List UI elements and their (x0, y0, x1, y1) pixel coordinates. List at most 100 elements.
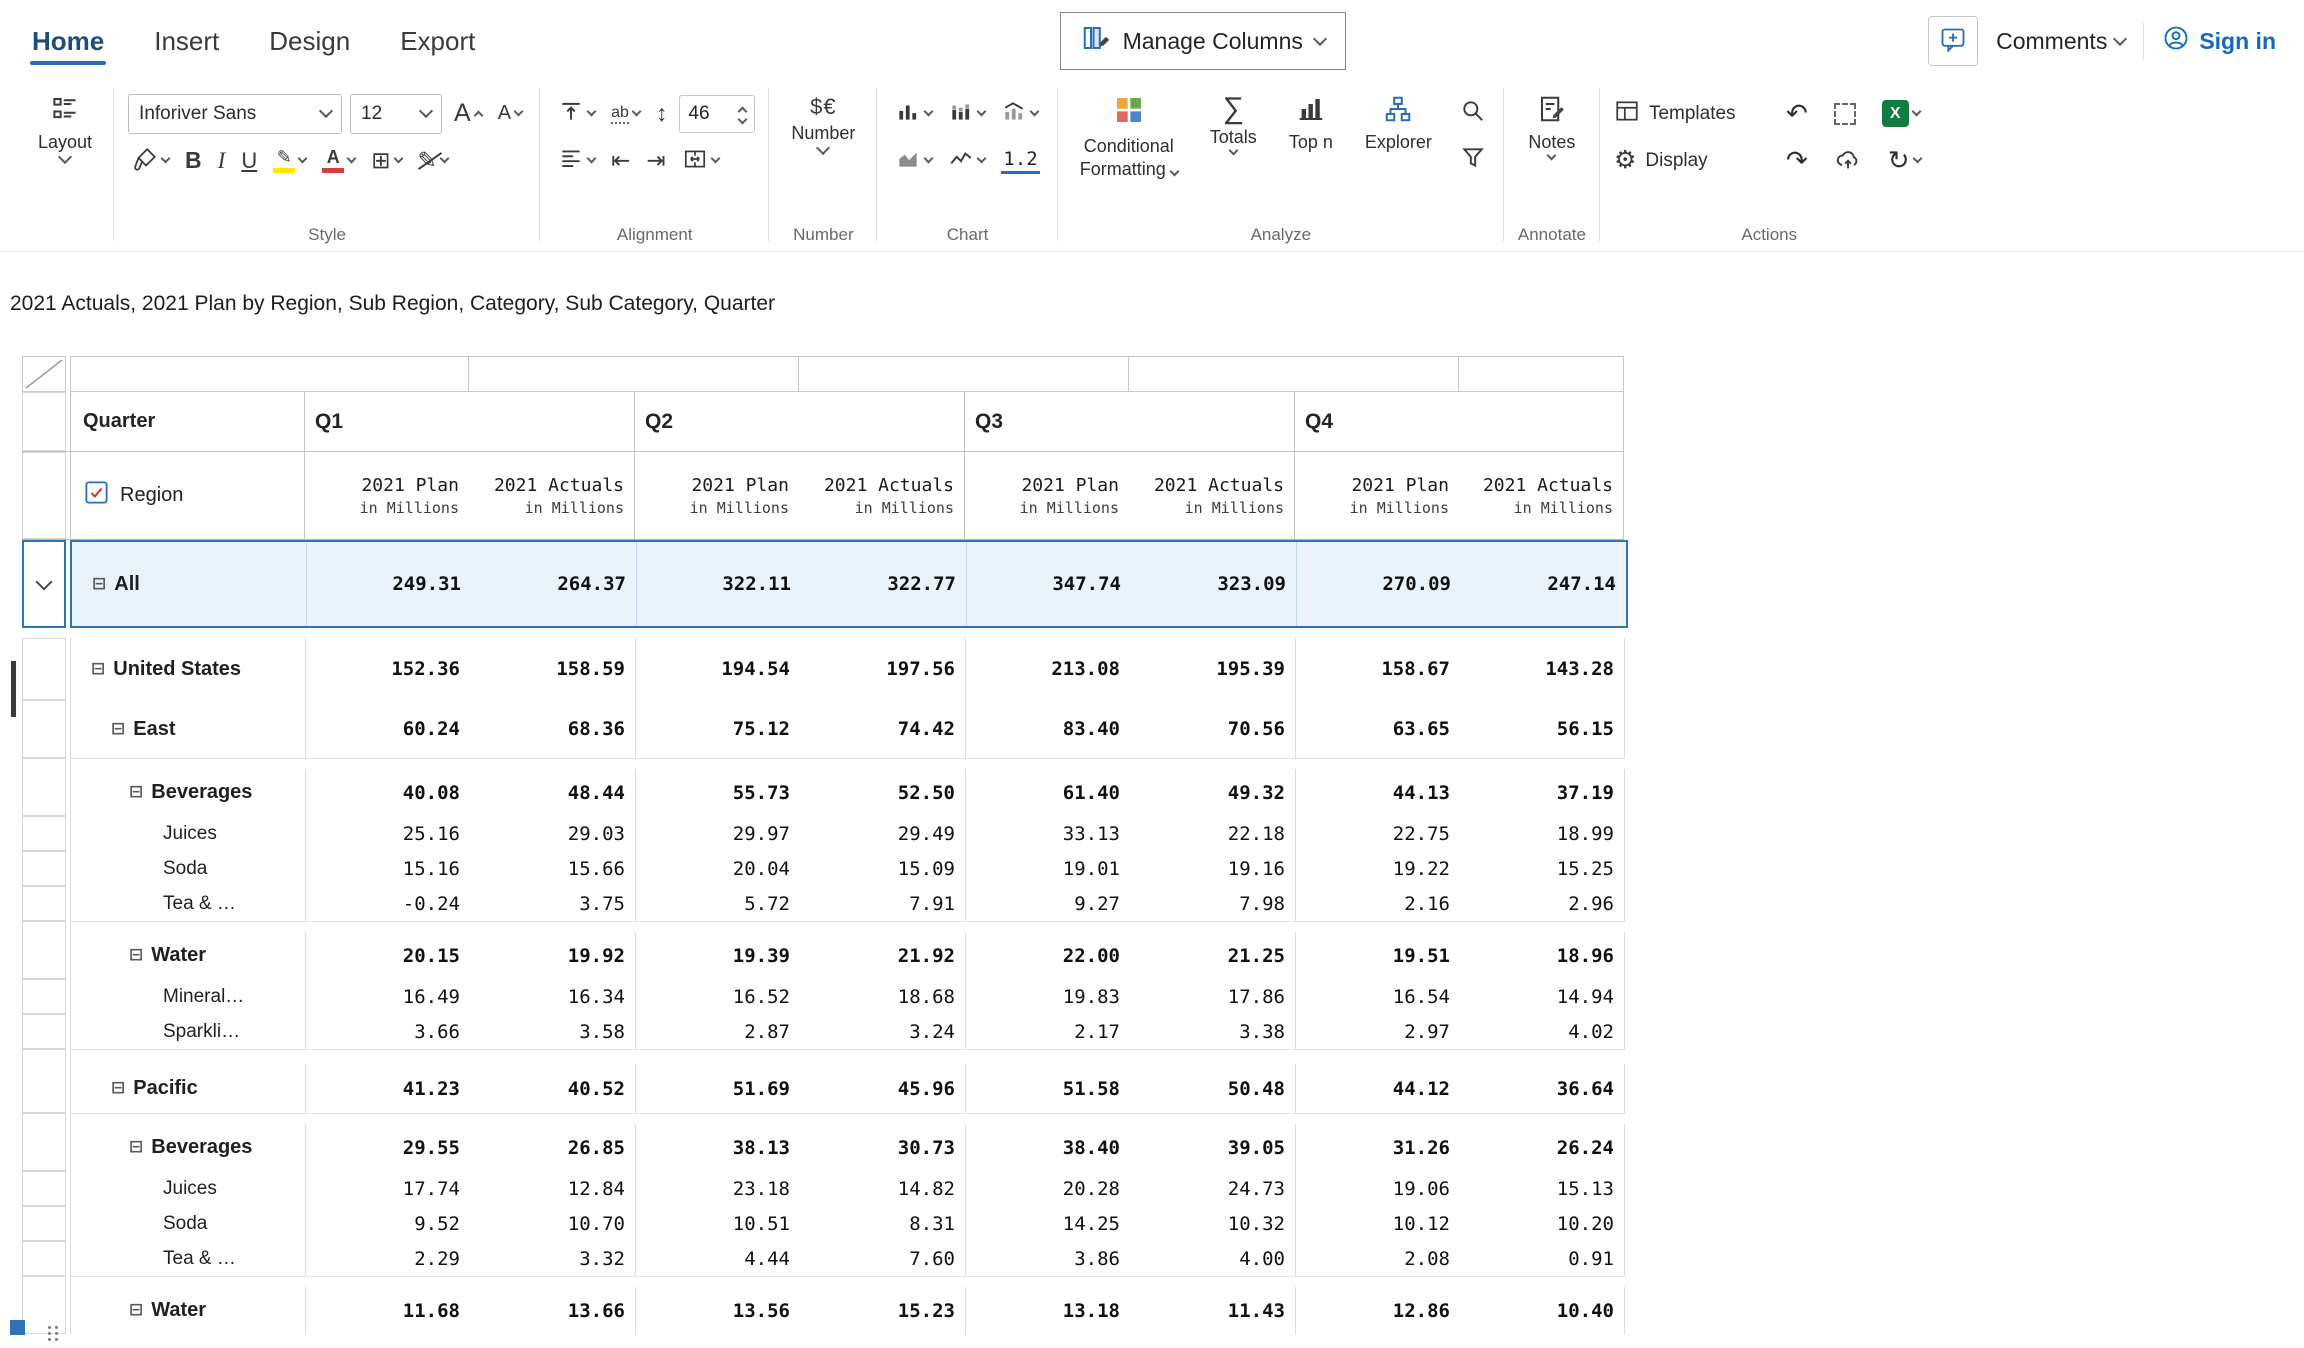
value-cell[interactable]: 49.32 (1130, 769, 1295, 816)
font-name-select[interactable]: Inforiver Sans (128, 94, 342, 134)
value-cell[interactable]: 2.29 (305, 1241, 470, 1276)
row-label[interactable]: Soda (71, 1206, 305, 1241)
value-cell[interactable]: 68.36 (470, 700, 635, 758)
column-strip-cell[interactable] (469, 356, 799, 392)
collapse-icon[interactable]: ⊟ (111, 721, 125, 738)
value-cell[interactable]: 21.25 (1130, 932, 1295, 979)
value-cell[interactable]: 2.16 (1295, 886, 1460, 921)
measure-header[interactable]: 2021 Actualsin Millions (799, 452, 964, 539)
row-label[interactable]: Soda (71, 851, 305, 886)
value-cell[interactable]: 264.37 (471, 542, 636, 626)
measure-header[interactable]: 2021 Planin Millions (634, 452, 799, 539)
value-cell[interactable]: 83.40 (965, 700, 1130, 758)
value-cell[interactable]: 3.86 (965, 1241, 1130, 1276)
conditional-formatting-button[interactable]: Conditional Formatting (1072, 90, 1186, 180)
row-label[interactable]: ⊟Water (71, 1287, 305, 1334)
value-cell[interactable]: 11.43 (1130, 1287, 1295, 1334)
value-cell[interactable]: 44.12 (1295, 1064, 1460, 1113)
value-cell[interactable]: 10.40 (1460, 1287, 1625, 1334)
decimal-places-button[interactable]: 1.2 (997, 146, 1043, 176)
value-cell[interactable]: 15.23 (800, 1287, 965, 1334)
row-label[interactable]: Juices (71, 1171, 305, 1206)
value-cell[interactable]: 19.83 (965, 979, 1130, 1014)
comments-button[interactable]: Comments (1996, 28, 2125, 55)
value-cell[interactable]: 13.66 (470, 1287, 635, 1334)
value-cell[interactable]: 2.08 (1295, 1241, 1460, 1276)
value-cell[interactable]: 247.14 (1461, 542, 1626, 626)
upload-button[interactable] (1830, 143, 1866, 178)
value-cell[interactable]: 195.39 (1130, 638, 1295, 700)
row-label[interactable]: ⊟United States (71, 638, 305, 700)
display-button[interactable]: ⚙ Display (1614, 148, 1764, 173)
measure-header[interactable]: 2021 Actualsin Millions (469, 452, 634, 539)
value-cell[interactable]: 3.32 (470, 1241, 635, 1276)
value-cell[interactable]: 25.16 (305, 816, 470, 851)
column-strip-cell[interactable] (799, 356, 1129, 392)
row-label[interactable]: ⊟Beverages (71, 769, 305, 816)
value-cell[interactable]: 63.65 (1295, 700, 1460, 758)
value-cell[interactable]: 75.12 (635, 700, 800, 758)
decrease-indent-button[interactable]: ⇤ (607, 147, 634, 174)
stacked-chart-button[interactable] (944, 97, 989, 130)
collapse-icon[interactable]: ⊟ (129, 1139, 143, 1156)
row-label[interactable]: Tea & … (71, 1241, 305, 1276)
value-cell[interactable]: 17.86 (1130, 979, 1295, 1014)
value-cell[interactable]: 2.96 (1460, 886, 1625, 921)
value-cell[interactable]: 15.13 (1460, 1171, 1625, 1206)
collapse-icon[interactable]: ⊟ (111, 1080, 125, 1097)
value-cell[interactable]: 38.40 (965, 1124, 1130, 1171)
value-cell[interactable]: -0.24 (305, 886, 470, 921)
value-cell[interactable]: 20.28 (965, 1171, 1130, 1206)
value-cell[interactable]: 16.52 (635, 979, 800, 1014)
horizontal-align-button[interactable] (554, 144, 599, 177)
redo-button[interactable]: ↷ (1782, 143, 1812, 178)
font-color-button[interactable]: A (318, 146, 359, 175)
font-size-select[interactable]: 12 (350, 94, 442, 134)
column-strip-cell[interactable] (70, 356, 469, 392)
combo-chart-button[interactable] (997, 97, 1042, 130)
value-cell[interactable]: 7.91 (800, 886, 965, 921)
value-cell[interactable]: 13.18 (965, 1287, 1130, 1334)
value-cell[interactable]: 7.98 (1130, 886, 1295, 921)
bar-chart-button[interactable] (891, 97, 936, 130)
value-cell[interactable]: 18.96 (1460, 932, 1625, 979)
scrollbar-thumb[interactable] (11, 661, 16, 717)
value-cell[interactable]: 74.42 (800, 700, 965, 758)
refresh-button[interactable]: ↻ (1884, 143, 1925, 178)
sparkline-button[interactable] (944, 144, 989, 177)
measure-header[interactable]: 2021 Planin Millions (964, 452, 1129, 539)
collapse-icon[interactable]: ⊟ (129, 784, 143, 801)
value-cell[interactable]: 2.87 (635, 1014, 800, 1049)
value-cell[interactable]: 29.55 (305, 1124, 470, 1171)
undo-button[interactable]: ↶ (1782, 96, 1812, 131)
value-cell[interactable]: 39.05 (1130, 1124, 1295, 1171)
value-cell[interactable]: 22.75 (1295, 816, 1460, 851)
value-cell[interactable]: 26.24 (1460, 1124, 1625, 1171)
value-cell[interactable]: 13.56 (635, 1287, 800, 1334)
row-height-input[interactable]: 46 (679, 95, 755, 133)
value-cell[interactable]: 19.92 (470, 932, 635, 979)
quarter-header[interactable]: Q3 (964, 392, 1294, 451)
layout-button[interactable]: Layout (30, 90, 100, 162)
explorer-button[interactable]: Explorer (1357, 90, 1440, 153)
quarter-header[interactable]: Q2 (634, 392, 964, 451)
value-cell[interactable]: 194.54 (635, 638, 800, 700)
value-cell[interactable]: 31.26 (1295, 1124, 1460, 1171)
templates-button[interactable]: Templates (1614, 98, 1764, 130)
value-cell[interactable]: 14.25 (965, 1206, 1130, 1241)
value-cell[interactable]: 30.73 (800, 1124, 965, 1171)
sheet-corner-handle[interactable] (10, 1320, 25, 1335)
value-cell[interactable]: 2.17 (965, 1014, 1130, 1049)
value-cell[interactable]: 4.00 (1130, 1241, 1295, 1276)
value-cell[interactable]: 19.51 (1295, 932, 1460, 979)
filter-button[interactable] (1456, 143, 1490, 176)
value-cell[interactable]: 22.18 (1130, 816, 1295, 851)
value-cell[interactable]: 4.44 (635, 1241, 800, 1276)
row-collapse-control[interactable] (22, 540, 66, 628)
value-cell[interactable]: 60.24 (305, 700, 470, 758)
value-cell[interactable]: 10.20 (1460, 1206, 1625, 1241)
value-cell[interactable]: 152.36 (305, 638, 470, 700)
wrap-text-button[interactable]: ab (607, 101, 644, 126)
decrease-font-size-button[interactable]: A (494, 100, 526, 127)
value-cell[interactable]: 16.34 (470, 979, 635, 1014)
